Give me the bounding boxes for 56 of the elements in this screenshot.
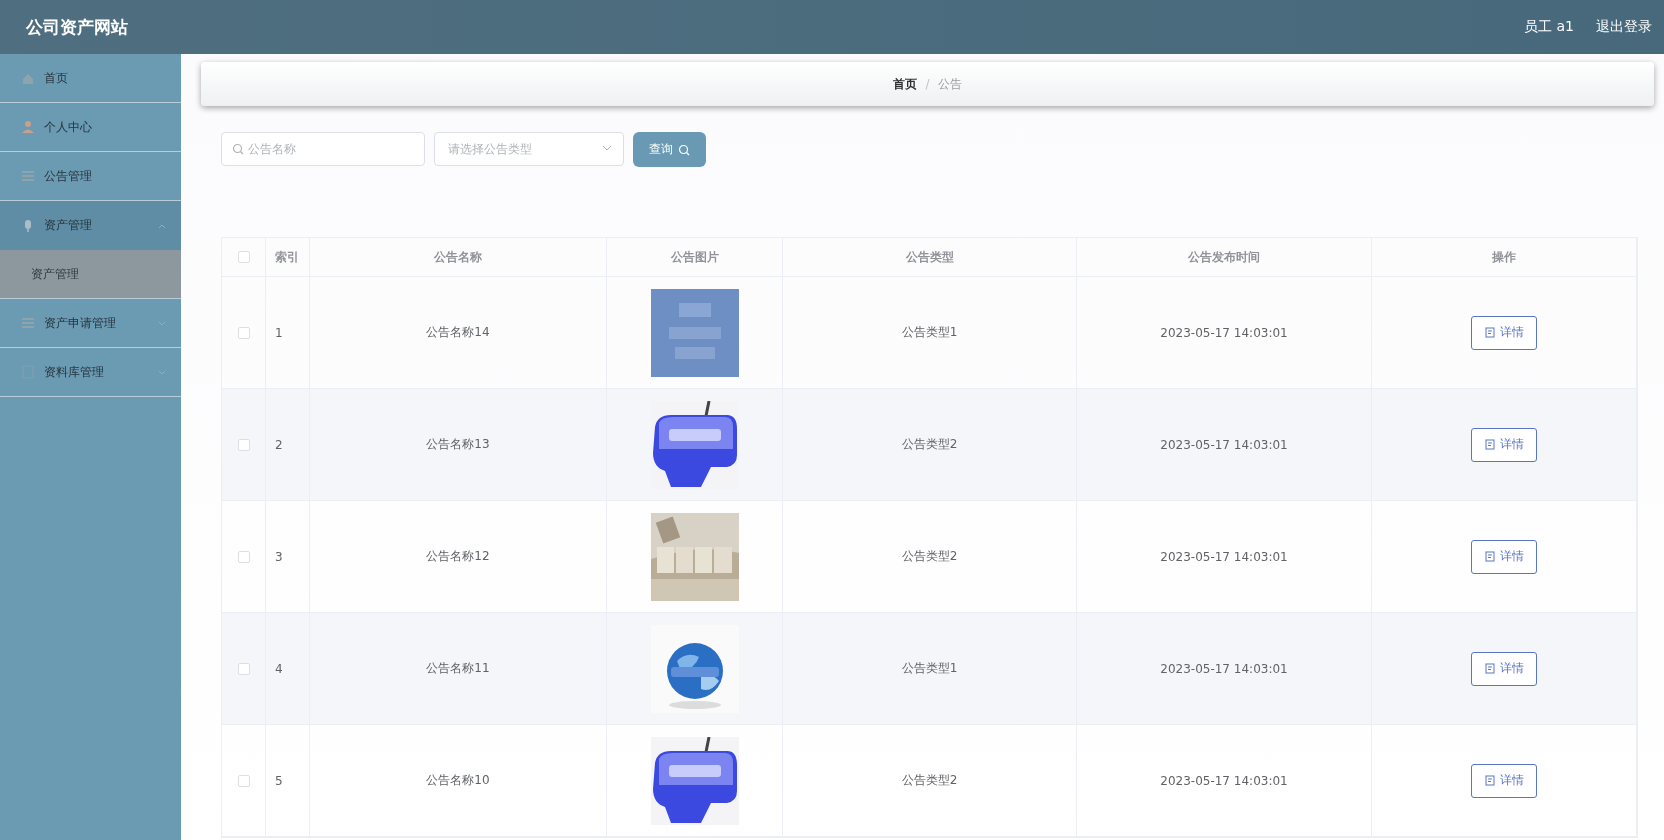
chevron-icon — [602, 143, 612, 153]
table-cell: 2 — [275, 437, 283, 452]
detail-button[interactable]: 详情 — [1471, 427, 1537, 462]
site-title: 公司资产网站 — [26, 15, 128, 39]
table-cell: 2023-05-17 14:03:01 — [1160, 325, 1288, 340]
column-header: 公告名称 — [434, 248, 482, 266]
user-name: 员工 a1 — [1524, 18, 1574, 36]
detail-button[interactable]: 详情 — [1471, 315, 1537, 350]
document-icon — [1484, 327, 1495, 338]
column-header: 索引 — [275, 248, 299, 266]
document-icon — [1484, 663, 1495, 674]
type-select[interactable]: 请选择公告类型 — [434, 132, 624, 166]
table-cell: 2023-05-17 14:03:01 — [1160, 773, 1288, 788]
table-cell: 公告类型1 — [901, 660, 958, 677]
row-checkbox[interactable] — [237, 662, 250, 675]
breadcrumb-link[interactable]: 公告 — [937, 75, 962, 93]
submenu-item[interactable]: 资产管理 — [0, 250, 181, 299]
row-checkbox[interactable] — [237, 438, 250, 451]
sidebar-item[interactable]: 资产管理 — [0, 201, 181, 250]
logout-link[interactable]: 退出登录 — [1596, 18, 1652, 36]
table-cell: 公告类型2 — [901, 548, 958, 565]
row-checkbox[interactable] — [237, 326, 250, 339]
detail-button[interactable]: 详情 — [1471, 651, 1537, 686]
table-cell: 公告名称13 — [426, 436, 490, 453]
detail-button[interactable]: 详情 — [1471, 539, 1537, 574]
search-icon — [678, 143, 690, 156]
table-cell: 1 — [275, 325, 283, 340]
table-cell: 公告名称12 — [426, 548, 490, 565]
row-checkbox[interactable] — [237, 550, 250, 563]
query-button[interactable]: 查询 — [633, 132, 706, 167]
document-icon — [1484, 775, 1495, 786]
column-header: 操作 — [1492, 248, 1516, 266]
search-icon — [232, 143, 244, 155]
table-cell: 公告名称14 — [426, 324, 490, 341]
table-cell: 公告类型2 — [901, 436, 958, 453]
breadcrumb-separator: / — [925, 77, 930, 91]
table-cell: 5 — [275, 773, 283, 788]
select-all-checkbox[interactable] — [237, 251, 250, 263]
table-cell: 3 — [275, 549, 283, 564]
column-header: 公告类型 — [905, 248, 954, 266]
detail-button[interactable]: 详情 — [1471, 763, 1537, 798]
table-cell: 2023-05-17 14:03:01 — [1160, 661, 1288, 676]
table-cell: 公告名称10 — [426, 772, 490, 789]
table-cell: 公告类型1 — [901, 324, 958, 341]
table-cell: 公告名称11 — [426, 660, 490, 677]
table-cell: 4 — [275, 661, 283, 676]
row-checkbox[interactable] — [237, 774, 250, 787]
search-field[interactable]: 公告名称 — [221, 132, 425, 166]
column-header: 公告图片 — [670, 248, 719, 266]
breadcrumb-link[interactable]: 首页 — [893, 75, 918, 93]
document-icon — [1484, 551, 1495, 562]
table-cell: 2023-05-17 14:03:01 — [1160, 549, 1288, 564]
column-header: 公告发布时间 — [1188, 248, 1260, 266]
document-icon — [1484, 439, 1495, 450]
table-cell: 公告类型2 — [901, 772, 958, 789]
table-cell: 2023-05-17 14:03:01 — [1160, 437, 1288, 452]
